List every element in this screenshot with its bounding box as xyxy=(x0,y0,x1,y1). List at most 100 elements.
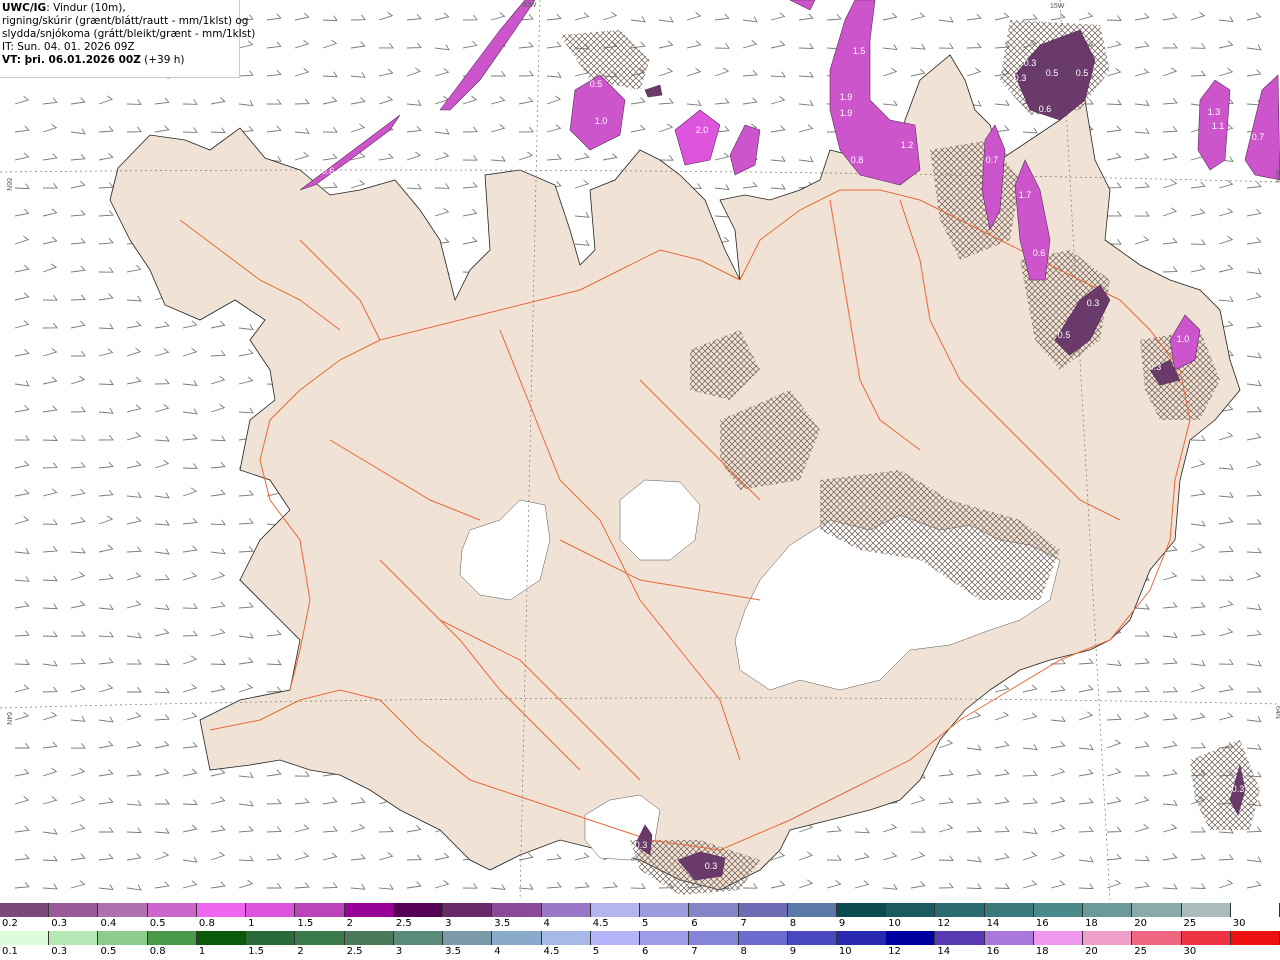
scale-label: 0.8 xyxy=(149,946,166,957)
scale-swatch xyxy=(196,903,247,917)
scale-swatch xyxy=(1230,931,1280,945)
scale-swatch xyxy=(1083,931,1133,945)
scale-label: 20 xyxy=(1134,918,1148,929)
scale-label: 16 xyxy=(1035,918,1049,929)
scale-label: 12 xyxy=(888,946,901,957)
scale-label: 0.5 xyxy=(100,946,117,957)
graticule-label: 66N xyxy=(5,178,12,191)
precip-value-label: 1.0 xyxy=(595,116,608,126)
scale-swatch xyxy=(443,903,493,917)
scale-swatch xyxy=(147,903,197,917)
scale-label: 30 xyxy=(1232,918,1246,929)
precip-value-label: 0.6 xyxy=(322,166,335,176)
precip-value-label: 0.3 xyxy=(705,861,718,871)
precip-value-label: 1.9 xyxy=(840,92,853,102)
precip-value-label: 1.3 xyxy=(1208,107,1221,117)
precip-value-label: 0.3 xyxy=(1149,362,1162,372)
scale-label: 4.5 xyxy=(543,946,560,957)
precip-value-label: 0.5 xyxy=(1046,68,1059,78)
rain-scale-labels: 0.1 0.3 0.5 0.8 1 1.5 2 2.5 3 3.5 4 4.5 5 6 7 8 9 10 12 14 1… xyxy=(0,946,1280,959)
precip-value-label: 0.7 xyxy=(1252,132,1265,142)
precip-value-label: 1.1 xyxy=(1212,121,1225,131)
weather-map: 0.5 1.0 0.6 2.0 1.5 1.9 1.9 0.8 1.2 0.3 0.5 0.5 0.3 0… xyxy=(0,0,1280,902)
scale-label: 18 xyxy=(1035,946,1049,957)
precip-value-label: 1.7 xyxy=(1019,190,1032,200)
scale-swatch xyxy=(443,931,493,945)
graticule-label: 20W xyxy=(522,2,537,9)
precip-value-label: 0.5 xyxy=(1058,330,1071,340)
scale-label: 5 xyxy=(592,946,600,957)
scale-label: 3 xyxy=(395,946,403,957)
scale-label: 8 xyxy=(789,918,797,929)
scale-label: 0.1 xyxy=(2,946,18,957)
precip-value-label: 0.6 xyxy=(1033,248,1046,258)
scale-label: 7 xyxy=(740,918,747,929)
scale-label: 10 xyxy=(888,918,901,929)
scale-swatch xyxy=(984,931,1034,945)
scale-label: 2.5 xyxy=(395,918,412,929)
scale-label: 2 xyxy=(297,946,304,957)
scale-swatch xyxy=(393,903,444,917)
snow-scale-labels: 0.2 0.3 0.4 0.5 0.8 1 1.5 2 2.5 3 3.5 4 4.5 5 6 7 8 9 10 12… xyxy=(0,918,1280,931)
scale-swatch xyxy=(98,931,148,945)
scale-label: 2.5 xyxy=(346,946,363,957)
precip-value-label: 0.5 xyxy=(590,79,603,89)
scale-label: 0.2 xyxy=(2,918,18,929)
scale-swatch xyxy=(640,931,690,945)
scale-label: 0.3 xyxy=(51,918,68,929)
scale-label: 5 xyxy=(642,918,649,929)
forecast-hours: (+39 h) xyxy=(144,54,185,66)
scale-label: 4 xyxy=(494,946,501,957)
header-line1: : Vindur (10m), xyxy=(46,2,126,14)
scale-label: 10 xyxy=(838,946,852,957)
scale-label: 3.5 xyxy=(494,918,511,929)
scale-label: 20 xyxy=(1085,946,1098,957)
rain-color-scale xyxy=(0,931,1280,945)
precip-value-label: 0.3 xyxy=(1232,784,1245,794)
scale-swatch xyxy=(49,931,99,945)
scale-swatch xyxy=(590,903,641,917)
scale-swatch xyxy=(738,931,788,945)
precip-value-label: 1.9 xyxy=(840,108,853,118)
scale-swatch xyxy=(738,903,788,917)
graticule-label: 15W xyxy=(1050,3,1065,10)
scale-label: 12 xyxy=(937,918,951,929)
scale-label: 4 xyxy=(543,918,550,929)
scale-swatch xyxy=(787,931,837,945)
scale-label: 1.5 xyxy=(248,946,265,957)
scale-label: 0.4 xyxy=(100,918,117,929)
scale-swatch xyxy=(393,931,444,945)
scale-swatch xyxy=(246,931,296,945)
scale-label: 3.5 xyxy=(445,946,461,957)
scale-swatch xyxy=(640,903,690,917)
scale-label: 9 xyxy=(838,918,846,929)
scale-label: 8 xyxy=(740,946,747,957)
precip-value-label: 0.5 xyxy=(1076,68,1089,78)
precip-value-label: 0.3 xyxy=(1024,58,1037,68)
scale-swatch xyxy=(886,903,936,917)
scale-label: 1.5 xyxy=(297,918,314,929)
precip-value-label: 0.3 xyxy=(1087,298,1100,308)
scale-swatch xyxy=(0,931,50,945)
scale-label: 30 xyxy=(1183,946,1197,957)
scale-swatch xyxy=(147,931,197,945)
scale-swatch xyxy=(541,931,591,945)
scale-label: 14 xyxy=(937,946,951,957)
precip-value-label: 1.0 xyxy=(1177,334,1190,344)
scale-swatch xyxy=(1181,931,1231,945)
product-name: UWC/IG xyxy=(2,2,47,14)
scale-swatch xyxy=(590,931,641,945)
snow-color-scale xyxy=(0,903,1280,917)
scale-swatch xyxy=(689,903,739,917)
scale-swatch xyxy=(344,931,394,945)
precip-value-label: 0.3 xyxy=(635,840,648,850)
scale-label: 25 xyxy=(1183,918,1197,929)
scale-swatch xyxy=(836,903,887,917)
scale-swatch xyxy=(98,903,148,917)
valid-time: VT: þri. 06.01.2026 00Z xyxy=(2,54,141,66)
scale-swatch xyxy=(1132,903,1182,917)
precip-value-label: 0.3 xyxy=(1014,73,1027,83)
graticule-label: 64N xyxy=(1274,706,1280,719)
scale-label: 4.5 xyxy=(592,918,609,929)
graticule-label: 66N xyxy=(1274,170,1280,183)
